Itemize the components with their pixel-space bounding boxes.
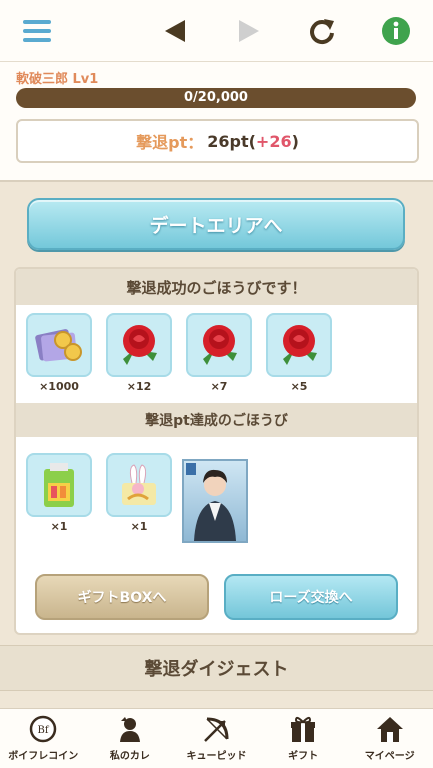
repel-points-label: 撃退pt： xyxy=(136,133,204,152)
boyfriend-coin-icon: Bf xyxy=(30,715,57,743)
repel-points-box: 撃退pt： 26pt ( +26 ) xyxy=(16,119,419,163)
nav-gift[interactable]: ギフト xyxy=(260,709,347,768)
boyfriend-card-image xyxy=(182,459,248,543)
player-name-level: 軟破三郎 Lv1 xyxy=(16,72,99,87)
reward-quantity: ×5 xyxy=(290,380,308,393)
nav-label: ボイフレコイン xyxy=(8,751,79,762)
red-rose-icon xyxy=(106,313,172,377)
back-arrow-icon[interactable] xyxy=(156,12,194,50)
cupid-bow-icon xyxy=(204,717,229,742)
menu-icon[interactable] xyxy=(18,12,56,50)
red-rose-icon xyxy=(266,313,332,377)
reward-quantity: ×1000 xyxy=(39,380,79,393)
svg-text:Bf: Bf xyxy=(38,725,50,736)
bottom-navigation: Bf ボイフレコイン 私のカレ キューピッド ギフト マイページ xyxy=(0,708,433,768)
nav-label: キューピッド xyxy=(186,751,247,762)
reload-icon[interactable] xyxy=(303,12,341,50)
info-icon[interactable] xyxy=(377,12,415,50)
repel-digest-header[interactable]: 撃退ダイジェスト xyxy=(0,645,433,691)
reward-quantity: ×7 xyxy=(210,380,228,393)
reward-item: ×1 xyxy=(26,453,92,533)
reward-quantity: ×12 xyxy=(126,380,152,393)
repel-points-open: ( xyxy=(248,131,256,151)
main-content: デートエリアへ 撃退成功のごほうびです！ ×1000 ×12 ×7 ×5 撃退p… xyxy=(0,184,433,708)
reward-item: ×1000 xyxy=(26,313,92,393)
nav-label: マイページ xyxy=(364,751,415,762)
hp-progress-text: 0/20,000 xyxy=(184,90,248,105)
nav-boyfriend-coin[interactable]: Bf ボイフレコイン xyxy=(0,709,87,768)
pt-reward-header: 撃退pt達成のごほうび xyxy=(16,403,417,437)
gift-box-button[interactable]: ギフトBOXへ xyxy=(35,574,209,620)
date-area-button[interactable]: デートエリアへ xyxy=(27,198,405,250)
house-icon xyxy=(376,717,403,742)
repel-points-close: ) xyxy=(291,131,299,151)
nav-label: 私のカレ xyxy=(109,751,150,762)
reward-item: ×1 xyxy=(106,453,172,533)
reward-item: ×12 xyxy=(106,313,172,393)
forward-arrow-icon[interactable] xyxy=(230,12,268,50)
bunny-gift-icon xyxy=(106,453,172,517)
repel-points-value: 26pt xyxy=(207,131,249,151)
repel-points-increase: +26 xyxy=(255,131,292,151)
nav-my-page[interactable]: マイページ xyxy=(346,709,433,768)
rose-exchange-button[interactable]: ローズ交換へ xyxy=(224,574,398,620)
gift-icon xyxy=(291,716,316,742)
reward-item: ×5 xyxy=(266,313,332,393)
reward-quantity: ×1 xyxy=(50,520,68,533)
my-boyfriend-icon xyxy=(119,717,140,742)
nav-my-boyfriend[interactable]: 私のカレ xyxy=(87,709,174,768)
victory-reward-header: 撃退成功のごほうびです！ xyxy=(16,269,417,305)
nav-cupid[interactable]: キューピッド xyxy=(173,709,260,768)
coin-ticket-icon xyxy=(26,313,92,377)
reward-quantity: ×1 xyxy=(130,520,148,533)
status-panel: 軟破三郎 Lv1 0/20,000 撃退pt： 26pt ( +26 ) xyxy=(0,62,433,182)
energy-drink-icon xyxy=(26,453,92,517)
nav-label: ギフト xyxy=(288,751,319,762)
reward-card: 撃退成功のごほうびです！ ×1000 ×12 ×7 ×5 撃退pt達成のごほうび… xyxy=(14,267,419,635)
reward-item: ×7 xyxy=(186,313,252,393)
red-rose-icon xyxy=(186,313,252,377)
hp-progress-bar: 0/20,000 xyxy=(16,88,416,108)
top-navigation-bar xyxy=(0,0,433,62)
